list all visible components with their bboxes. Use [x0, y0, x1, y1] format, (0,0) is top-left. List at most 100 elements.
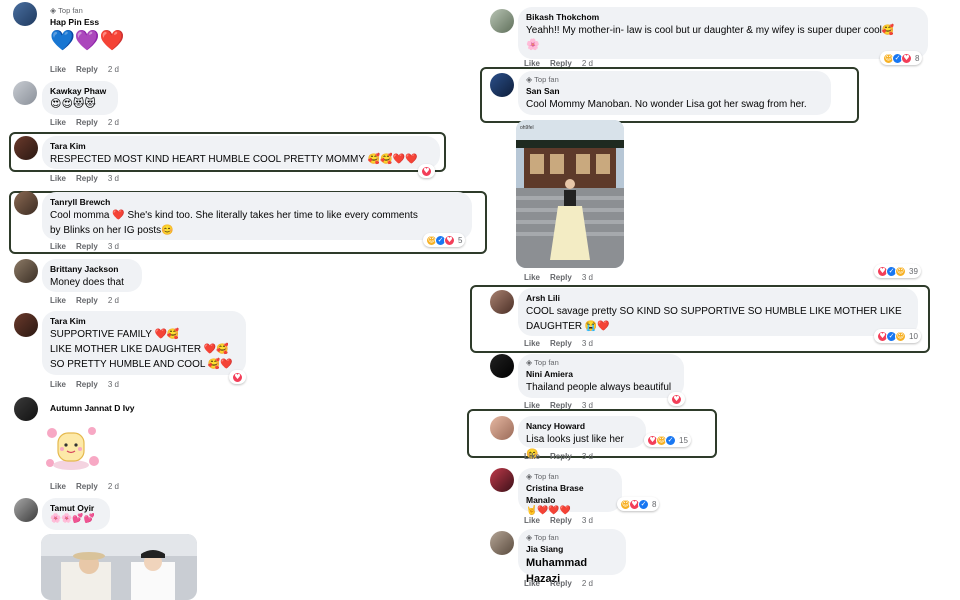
reply-link[interactable]: Reply [76, 242, 98, 251]
avatar[interactable] [14, 136, 38, 160]
heart-reaction-icon: ♥ [444, 234, 455, 246]
like-link[interactable]: Like [524, 452, 540, 461]
comment-author[interactable]: Nini Amiera [526, 368, 676, 380]
reaction-summary[interactable]: ♥ ✓ ☺ 39 [874, 264, 921, 278]
comment-text-line1: COOL savage pretty SO KIND SO SUPPORTIVE… [526, 306, 902, 317]
like-link[interactable]: Like [524, 273, 540, 282]
comment-time[interactable]: 3 d [108, 174, 119, 183]
comment-author[interactable]: Bikash Thokchom [526, 11, 920, 23]
comment-author[interactable]: Tara Kim [50, 315, 238, 327]
avatar[interactable] [490, 73, 514, 97]
reply-link[interactable]: Reply [76, 380, 98, 389]
reply-link[interactable]: Reply [76, 174, 98, 183]
avatar[interactable] [490, 531, 514, 555]
like-link[interactable]: Like [50, 296, 66, 305]
avatar[interactable] [14, 259, 38, 283]
reply-link[interactable]: Reply [550, 273, 572, 282]
avatar[interactable] [490, 9, 514, 33]
comment-time[interactable]: 3 d [108, 242, 119, 251]
comment-actions: Like Reply 3 d [524, 273, 593, 282]
diamond-badge-icon: ◈ [50, 6, 57, 15]
reply-link[interactable]: Reply [550, 452, 572, 461]
like-link[interactable]: Like [50, 242, 66, 251]
comment-cristina-brase-manalo: ◈ Top fan Cristina Brase Manalo 🤘❤️❤️❤️ ☺… [480, 466, 960, 525]
reaction-summary[interactable]: ♥ [418, 164, 435, 178]
reply-link[interactable]: Reply [550, 579, 572, 588]
comment-author[interactable]: Tamut Oyir [50, 502, 102, 514]
comment-text-line3: SO PRETTY HUMBLE AND COOL 🥰❤️ [50, 359, 233, 370]
like-link[interactable]: Like [524, 339, 540, 348]
comment-bikash-thokchom: Bikash Thokchom Yeahh!! My mother-in- la… [480, 4, 960, 68]
comment-time[interactable]: 3 d [582, 516, 593, 525]
comment-author[interactable]: Hap Pin Ess [50, 16, 125, 28]
comment-time[interactable]: 3 d [582, 273, 593, 282]
avatar[interactable] [490, 354, 514, 378]
like-link[interactable]: Like [50, 380, 66, 389]
comment-time[interactable]: 3 d [582, 452, 593, 461]
comment-author[interactable]: Jia Siang [526, 543, 618, 555]
reply-link[interactable]: Reply [550, 339, 572, 348]
comment-bubble: Kawkay Phaw 😍😍😻😻 [42, 81, 118, 115]
comment-jia-siang: ◈ Top fan Jia Siang Muhammad Hazazi Like … [480, 529, 960, 600]
avatar[interactable] [490, 416, 514, 440]
avatar[interactable] [490, 290, 514, 314]
like-link[interactable]: Like [524, 516, 540, 525]
top-fan-badge: ◈ Top fan [526, 358, 559, 367]
reaction-summary[interactable]: ♥ ✓ ☺ 10 [874, 329, 921, 343]
comment-time[interactable]: 2 d [108, 118, 119, 127]
reaction-summary[interactable]: ♥ ☺ ✓ 15 [644, 433, 691, 447]
comment-time[interactable]: 2 d [108, 296, 119, 305]
reply-link[interactable]: Reply [76, 118, 98, 127]
avatar[interactable] [13, 81, 37, 105]
comment-time[interactable]: 2 d [108, 482, 119, 491]
reaction-summary[interactable]: ♥ [668, 392, 685, 406]
top-fan-badge: ◈ Top fan [50, 6, 83, 15]
reply-link[interactable]: Reply [76, 65, 98, 74]
reply-link[interactable]: Reply [550, 516, 572, 525]
reply-link[interactable]: Reply [76, 296, 98, 305]
comment-text-line2: DAUGHTER 😭❤️ [526, 321, 610, 332]
comment-author[interactable]: Arsh Lili [526, 292, 910, 304]
comment-author[interactable]: Nancy Howard [526, 420, 638, 432]
comment-author[interactable]: Tara Kim [50, 140, 432, 152]
reaction-summary[interactable]: ☺ ✓ ♥ 5 [423, 233, 466, 247]
comment-time[interactable]: 3 d [108, 380, 119, 389]
avatar[interactable] [13, 2, 37, 26]
haha-reaction-icon: ☺ [895, 265, 906, 277]
like-link[interactable]: Like [50, 174, 66, 183]
like-link[interactable]: Like [50, 65, 66, 74]
comment-hap-pin-ess: ◈ Top fan Hap Pin Ess 💙💜❤️ Like Reply 2 d [0, 0, 480, 78]
comment-author[interactable]: Tanryll Brewch [50, 196, 464, 208]
avatar[interactable] [14, 313, 38, 337]
comment-actions: Like Reply 3 d [50, 174, 119, 183]
like-link[interactable]: Like [50, 118, 66, 127]
reply-link[interactable]: Reply [76, 482, 98, 491]
like-link[interactable]: Like [50, 482, 66, 491]
comment-bubble: Tara Kim SUPPORTIVE FAMILY ❤️🥰 LIKE MOTH… [42, 311, 246, 375]
comment-author[interactable]: San San [526, 85, 823, 97]
avatar[interactable] [14, 397, 38, 421]
left-comment-column: ◈ Top fan Hap Pin Ess 💙💜❤️ Like Reply 2 d… [0, 0, 487, 600]
reaction-summary[interactable]: ♥ [229, 370, 246, 384]
comment-photo[interactable] [41, 534, 197, 600]
comment-author[interactable]: Kawkay Phaw [50, 85, 110, 97]
comment-author[interactable]: Cristina Brase Manalo [526, 482, 614, 506]
comment-time[interactable]: 2 d [582, 579, 593, 588]
like-link[interactable]: Like [524, 579, 540, 588]
haha-reaction-icon: ☺ [895, 330, 906, 342]
comment-time[interactable]: 3 d [582, 339, 593, 348]
reaction-summary[interactable]: ☺ ✓ ♥ 8 [880, 51, 923, 65]
comment-time[interactable]: 2 d [108, 65, 119, 74]
sticker-image[interactable] [42, 419, 100, 477]
comment-brittany-jackson: Brittany Jackson Money does that Like Re… [0, 257, 480, 309]
reaction-summary[interactable]: ☺ ♥ ✓ 8 [617, 497, 660, 511]
comment-kawkay-phaw: Kawkay Phaw 😍😍😻😻 Like Reply 2 d [0, 78, 480, 130]
comment-actions: Like Reply 3 d [524, 339, 593, 348]
avatar[interactable] [490, 468, 514, 492]
comment-author[interactable]: Brittany Jackson [50, 263, 134, 275]
comment-author[interactable]: Autumn Jannat D Ivy [50, 402, 135, 414]
right-comment-column: Bikash Thokchom Yeahh!! My mother-in- la… [467, 0, 960, 600]
avatar[interactable] [14, 498, 38, 522]
reply-photo[interactable]: oh9fel [516, 120, 624, 268]
avatar[interactable] [14, 191, 38, 215]
